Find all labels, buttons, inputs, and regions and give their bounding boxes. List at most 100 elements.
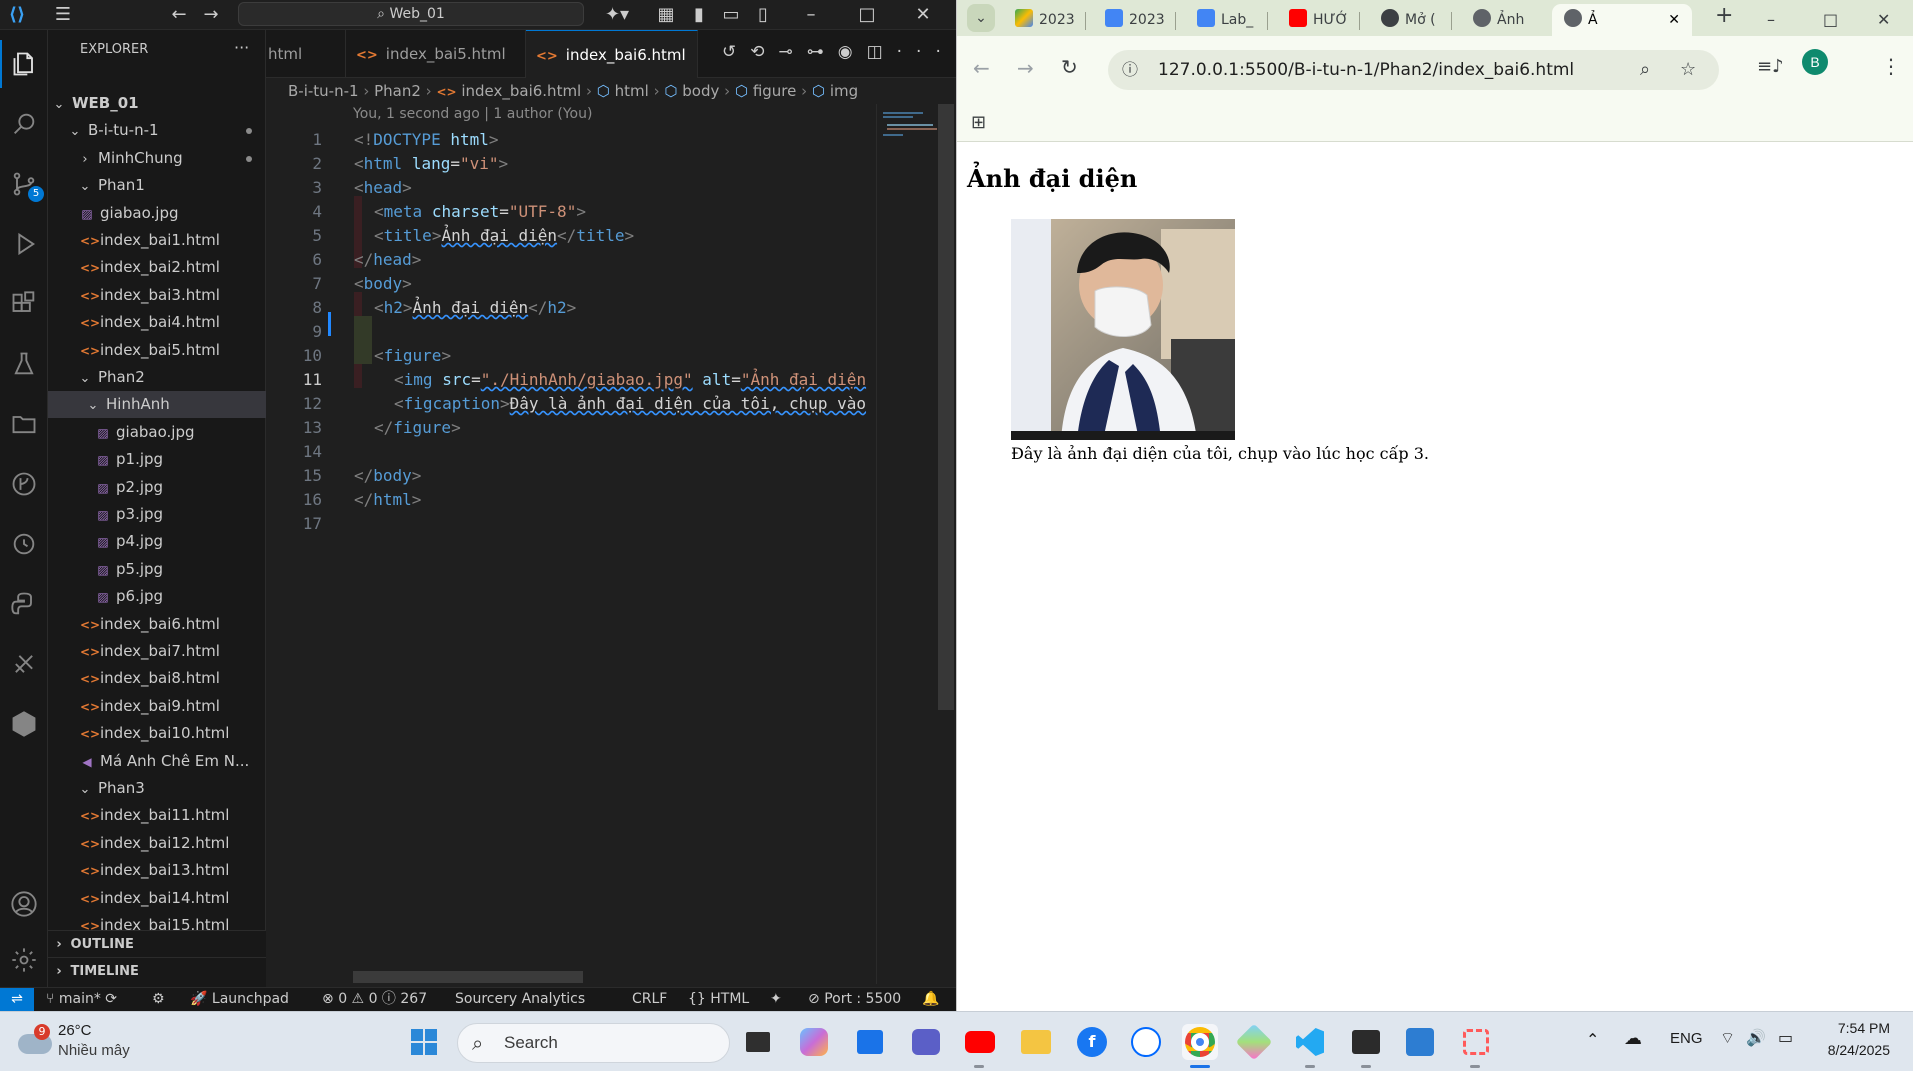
git-lens-icon[interactable]: ◉ xyxy=(838,42,867,62)
tree-item[interactable]: ▨ p6.jpg xyxy=(48,583,266,610)
clock-date[interactable]: 8/24/2025 xyxy=(1800,1042,1890,1058)
notifications-bell-icon[interactable]: 🔔 xyxy=(922,988,939,1011)
copilot-status-icon[interactable]: ✦ xyxy=(770,988,782,1011)
tab-html[interactable]: html xyxy=(266,30,346,78)
code-editor[interactable]: 1 2 3 4 5 6 7 8 9 10 11 12 13 14 15 16 17 <!DOCTYPE html… xyxy=(266,124,876,972)
tree-item[interactable]: <>index_bai13.html xyxy=(48,857,266,884)
tree-item[interactable]: <>index_bai6.html xyxy=(48,611,266,638)
more-icon[interactable]: ··· xyxy=(897,42,955,62)
media-queue-icon[interactable]: ≡♪ xyxy=(1757,56,1784,77)
menu-icon[interactable]: ☰ xyxy=(52,4,74,26)
apps-grid-icon[interactable]: ⊞ xyxy=(971,112,986,133)
tree-item[interactable]: ◀ Má Anh Chê Em N... xyxy=(48,748,266,775)
hexagon-icon[interactable] xyxy=(0,700,48,748)
browser-tab[interactable]: HƯỚ xyxy=(1289,6,1353,34)
testing-icon[interactable] xyxy=(0,340,48,388)
tree-item[interactable]: ▨ p5.jpg xyxy=(48,556,266,583)
tree-item[interactable]: <>index_bai10.html xyxy=(48,720,266,747)
toggle-secondary-sidebar-icon[interactable]: ▯ xyxy=(752,4,774,26)
tree-item[interactable]: ⌄ Phan3 xyxy=(48,775,266,802)
outline-section[interactable]: › OUTLINE xyxy=(48,930,266,957)
tree-item[interactable]: ▨ p4.jpg xyxy=(48,528,266,555)
chevron-up-icon[interactable]: ⌃ xyxy=(1586,1030,1599,1049)
chrome-app-icon[interactable] xyxy=(1182,1024,1218,1060)
breadcrumb-item[interactable]: body xyxy=(682,82,719,100)
git-blame-codelens[interactable]: You, 1 second ago | 1 author (You) xyxy=(353,106,592,122)
tree-item[interactable]: <>index_bai1.html xyxy=(48,227,266,254)
weather-widget[interactable]: 9 xyxy=(18,1024,54,1060)
eol-status[interactable]: CRLF xyxy=(632,988,667,1011)
go-back-change-icon[interactable]: ⟲ xyxy=(750,42,778,62)
task-view-icon[interactable] xyxy=(740,1024,776,1060)
terminal-icon[interactable] xyxy=(1348,1024,1384,1060)
tree-item[interactable]: <>index_bai5.html xyxy=(48,337,266,364)
file-explorer-icon[interactable] xyxy=(1018,1024,1054,1060)
forward-arrow-icon[interactable]: → xyxy=(200,4,222,26)
remote-indicator-icon[interactable]: ⇌ xyxy=(0,988,34,1011)
tree-item[interactable]: <>index_bai9.html xyxy=(48,693,266,720)
extensions-icon[interactable] xyxy=(0,280,48,328)
folder-icon[interactable] xyxy=(0,400,48,448)
weather-description[interactable]: Nhiều mây xyxy=(58,1042,130,1059)
live-server-status[interactable]: ⊘ Port : 5500 xyxy=(808,988,901,1011)
battery-icon[interactable]: ▭ xyxy=(1778,1028,1793,1047)
browser-tab[interactable]: Mở ( xyxy=(1381,6,1445,34)
facebook-icon[interactable]: f xyxy=(1074,1024,1110,1060)
maximize-icon[interactable]: □ xyxy=(1823,6,1838,34)
git-graph-icon[interactable] xyxy=(0,460,48,508)
breadcrumb-item[interactable]: index_bai6.html xyxy=(461,82,581,100)
tree-item[interactable]: <>index_bai2.html xyxy=(48,254,266,281)
browser-tab[interactable]: 2023 xyxy=(1015,6,1079,34)
sourcery-status[interactable]: Sourcery Analytics xyxy=(455,988,585,1011)
forward-arrow-icon[interactable]: → xyxy=(1017,56,1034,80)
tree-item[interactable]: ⌄ WEB_01 xyxy=(48,90,266,117)
input-language[interactable]: ENG xyxy=(1670,1030,1703,1047)
horizontal-scrollbar[interactable] xyxy=(353,971,583,983)
tree-item[interactable]: <>index_bai3.html xyxy=(48,282,266,309)
settings-gear-icon[interactable] xyxy=(0,936,48,984)
timeline-section[interactable]: › TIMELINE xyxy=(48,957,266,984)
tab-search-icon[interactable]: ⌄ xyxy=(967,4,995,32)
menu-kebab-icon[interactable]: ⋮ xyxy=(1881,54,1901,78)
tree-item[interactable]: ▨ p2.jpg xyxy=(48,474,266,501)
profile-avatar[interactable]: B xyxy=(1802,49,1828,75)
snipping-tool-icon[interactable] xyxy=(1458,1024,1494,1060)
tree-item[interactable]: ⌄ Phan2 xyxy=(48,364,266,391)
browser-tab-active[interactable]: Ả ✕ xyxy=(1552,4,1692,36)
tree-item[interactable]: <>index_bai8.html xyxy=(48,665,266,692)
layout-icon[interactable]: ▦ xyxy=(655,4,677,26)
reload-icon[interactable]: ↻ xyxy=(1061,55,1078,79)
minimize-icon[interactable]: – xyxy=(800,4,822,26)
copilot-icon[interactable]: ✦▾ xyxy=(600,4,634,26)
source-control-icon[interactable]: 5 xyxy=(0,160,48,208)
back-arrow-icon[interactable]: ← xyxy=(973,56,990,80)
toggle-panel-icon[interactable]: ▭ xyxy=(720,4,742,26)
tree-item[interactable]: <>index_bai11.html xyxy=(48,802,266,829)
clock-time[interactable]: 7:54 PM xyxy=(1800,1020,1890,1036)
breadcrumb-item[interactable]: figure xyxy=(753,82,797,100)
teams-icon[interactable] xyxy=(908,1024,944,1060)
browser-tab[interactable]: Ảnh xyxy=(1473,6,1537,34)
wifi-icon[interactable]: ⌔ xyxy=(1720,1028,1735,1048)
tree-item[interactable]: ⌄ Phan1 xyxy=(48,172,266,199)
taskbar-search[interactable]: ⌕ Search xyxy=(457,1023,730,1063)
address-bar[interactable]: ⓘ 127.0.0.1:5500/B-i-tu-n-1/Phan2/index_… xyxy=(1108,50,1719,90)
minimap[interactable] xyxy=(876,104,942,984)
copilot-app-icon[interactable] xyxy=(796,1024,832,1060)
history-icon[interactable]: ↺ xyxy=(722,42,750,62)
new-tab-icon[interactable]: + xyxy=(1715,2,1733,30)
tree-item[interactable]: ⌄ B-i-tu-n-1 xyxy=(48,117,266,144)
minimize-icon[interactable]: – xyxy=(1767,6,1775,34)
python-icon[interactable] xyxy=(0,580,48,628)
browser-tab[interactable]: Lab_ xyxy=(1197,6,1261,34)
breadcrumb-item[interactable]: B-i-tu-n-1 xyxy=(288,82,359,100)
tab-close-icon[interactable]: ✕ xyxy=(696,46,697,64)
tree-item[interactable]: ▨ giabao.jpg xyxy=(48,200,266,227)
bookmark-star-icon[interactable]: ☆ xyxy=(1680,50,1696,90)
back-arrow-icon[interactable]: ← xyxy=(168,4,190,26)
database-icon[interactable] xyxy=(0,640,48,688)
branch-status[interactable]: ⑂ main* ⟳ xyxy=(46,988,117,1011)
maximize-icon[interactable]: □ xyxy=(856,4,878,26)
tree-item[interactable]: <>index_bai4.html xyxy=(48,309,266,336)
next-change-icon[interactable]: ⊶ xyxy=(807,42,838,62)
